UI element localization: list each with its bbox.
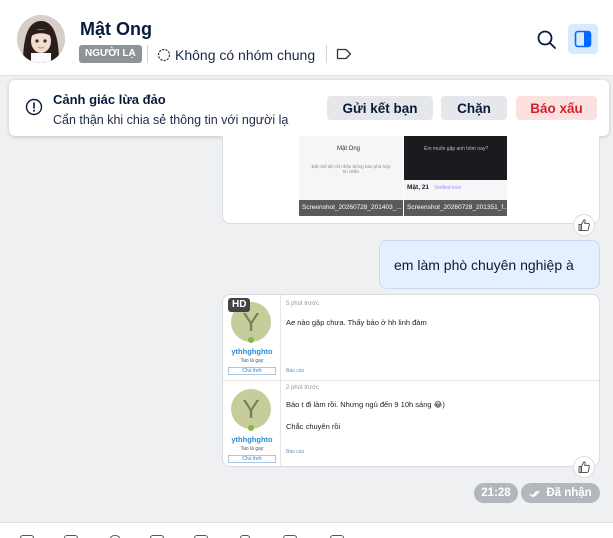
thumbs-up-icon (578, 219, 590, 231)
forum-username: ythhghghto (231, 347, 273, 356)
image-message[interactable]: Mật Ong Bật chế độ chỉ nhận thông báo ph… (222, 136, 600, 224)
online-dot (248, 425, 254, 431)
screenshot-caption-left: Screenshot_20260728_201403_... (299, 200, 403, 216)
stranger-badge: NGƯỜI LẠ (79, 45, 142, 63)
common-groups[interactable]: Không có nhóm chung (157, 45, 315, 64)
online-dot (248, 337, 254, 343)
header-divider-2 (326, 45, 327, 63)
composer-toolbar (0, 522, 613, 538)
screenshot-thumbnail-left[interactable]: Mật Ong Bật chế độ chỉ nhận thông báo ph… (299, 136, 403, 216)
screenshot-caption-right: Screenshot_20260728_201351_f... (404, 200, 507, 216)
block-button[interactable]: Chặn (441, 96, 507, 120)
group-icon (157, 48, 171, 61)
react-like-button[interactable] (573, 456, 595, 478)
common-groups-text: Không có nhóm chung (175, 46, 316, 63)
double-check-icon (529, 490, 541, 498)
forum-post-text: Ae nào gặp chưa. Thấy bảo ở hh linh đàm (286, 318, 427, 327)
forum-post-time: 2 phút trước (286, 385, 319, 391)
forum-user-column: Y HD ythhghghto Tao là gay Chủ thớt (223, 295, 281, 381)
message-status-text: Đã nhận (546, 487, 592, 499)
react-like-button[interactable] (573, 214, 595, 236)
forum-report-link: Báo cáo (286, 368, 305, 374)
warning-info-icon (25, 98, 43, 116)
warning-description: Cẩn thận khi chia sẻ thông tin với người… (53, 113, 289, 127)
forum-post: Y ythhghghto Tao là gay Chủ thớt 2 phút … (223, 381, 599, 466)
screenshot-profile-name: Mật Ong (337, 146, 361, 152)
forum-post: Y HD ythhghghto Tao là gay Chủ thớt 5 ph… (223, 295, 599, 381)
toggle-info-panel-button[interactable] (568, 24, 598, 54)
tag-icon[interactable] (336, 47, 352, 61)
screenshot-dark-photo: Em muốn gặp anh hôm nay? (404, 136, 507, 180)
screenshot-profile-name-2: Mật, 21 (407, 184, 430, 191)
header-divider (147, 45, 148, 63)
screenshot-photo-text: Em muốn gặp anh hôm nay? (424, 146, 489, 152)
search-icon[interactable] (535, 28, 559, 52)
screenshot-profile-text: Bật chế độ chỉ nhận thông báo phù hợp ti… (311, 164, 391, 174)
forum-user-role: Chủ thớt (228, 455, 276, 463)
chat-header: Mật Ong NGƯỜI LẠ Không có nhóm chung (0, 0, 613, 76)
outgoing-message[interactable]: em làm phò chuyên nghiệp à (379, 240, 600, 289)
scam-warning-banner: Cảnh giác lừa đảo Cẩn thận khi chia sẻ t… (9, 80, 609, 136)
screenshot-verified-link: Verified love (434, 185, 462, 191)
message-status: Đã nhận (521, 483, 600, 503)
hd-badge: HD (228, 298, 251, 312)
forum-post-text-2: Chắc chuyên rồi (286, 422, 341, 431)
forum-post-time: 5 phút trước (286, 301, 319, 307)
warning-title: Cảnh giác lừa đảo (53, 92, 166, 107)
send-friend-request-button[interactable]: Gửi kết bạn (327, 96, 433, 120)
forum-report-link: Báo cáo (286, 449, 305, 455)
forum-user-subtitle: Tao là gay (240, 446, 264, 452)
screenshot-thumbnail-right[interactable]: Em muốn gặp anh hôm nay? Mật, 21 Verifie… (404, 136, 507, 216)
forum-username: ythhghghto (231, 435, 273, 444)
thumbs-up-icon (578, 461, 590, 473)
message-time: 21:28 (474, 483, 518, 503)
contact-avatar[interactable] (17, 15, 65, 63)
forum-post-text: Báo t đi làm rồi. Nhưng ngủ đến 9 10h sá… (286, 400, 445, 409)
forum-user-subtitle: Tao là gay (240, 358, 264, 364)
forum-avatar: Y (231, 389, 271, 429)
report-button[interactable]: Báo xấu (516, 96, 597, 120)
contact-name[interactable]: Mật Ong (80, 19, 152, 40)
forum-user-role: Chủ thớt (228, 367, 276, 375)
forwarded-image-message[interactable]: Y HD ythhghghto Tao là gay Chủ thớt 5 ph… (222, 294, 600, 467)
sidebar-panel-icon (574, 30, 592, 48)
forum-user-column: Y ythhghghto Tao là gay Chủ thớt (223, 381, 281, 466)
